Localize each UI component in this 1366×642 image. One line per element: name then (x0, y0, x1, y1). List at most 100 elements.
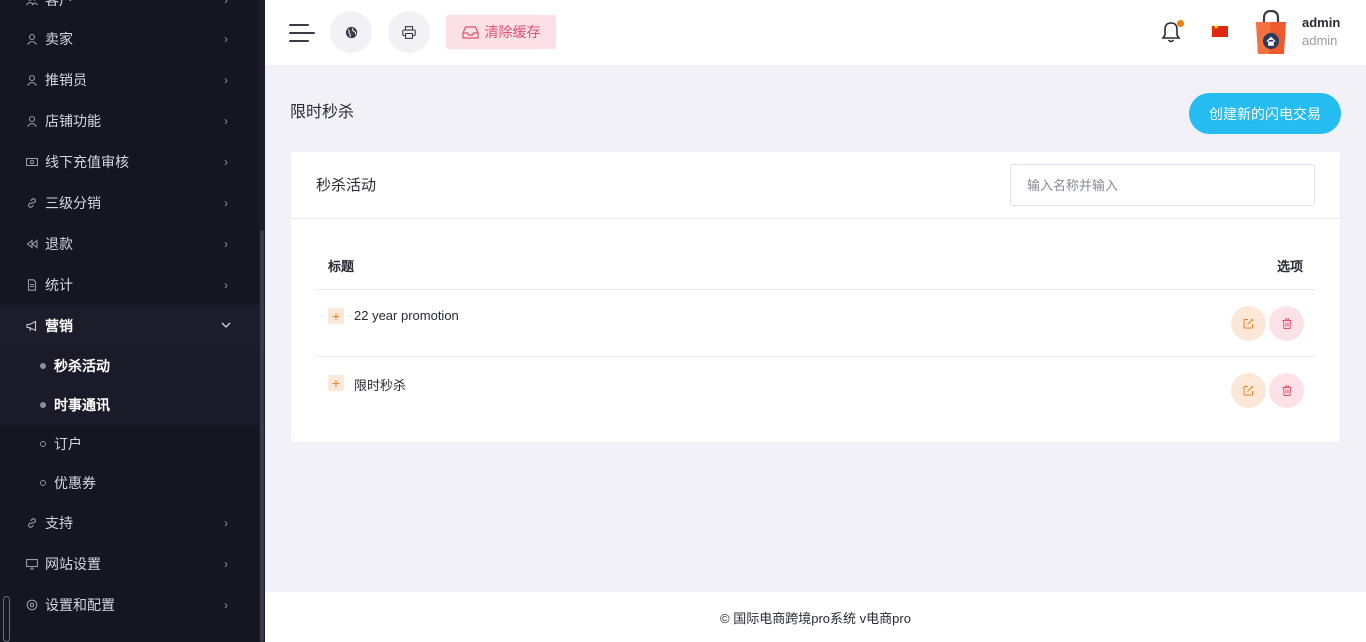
sidebar-item-refunds[interactable]: 退款 › (0, 223, 259, 264)
table-row: + 限时秒杀 (316, 357, 1315, 423)
chevron-right-icon: › (224, 236, 228, 251)
flash-sale-card: 秒杀活动 标题 选项 + 22 year promotion + 限时秒杀 (291, 152, 1340, 442)
submenu-item-coupons[interactable]: 优惠券 (0, 463, 259, 502)
megaphone-icon (26, 320, 38, 332)
sidebar-item-salesmen[interactable]: 推销员 › (0, 59, 259, 100)
user-icon (26, 115, 38, 127)
chevron-right-icon: › (224, 515, 228, 530)
create-flash-deal-button[interactable]: 创建新的闪电交易 (1189, 93, 1341, 134)
submenu-item-label: 优惠券 (54, 474, 96, 491)
sidebar-item-label: 支持 (45, 514, 73, 531)
link-icon (26, 197, 38, 209)
expand-plus-icon[interactable]: + (328, 375, 344, 391)
globe-icon (345, 26, 357, 38)
user-icon (26, 74, 38, 86)
column-header-title: 标题 (328, 259, 355, 274)
chevron-right-icon: › (224, 113, 228, 128)
notification-badge (1177, 20, 1184, 27)
delete-button[interactable] (1269, 373, 1304, 408)
bullet-icon (40, 362, 46, 369)
row-title: 限时秒杀 (354, 378, 407, 393)
sidebar-item-label: 客户 (45, 0, 221, 10)
sidebar-scrollbar[interactable] (259, 0, 265, 642)
row-title: 22 year promotion (354, 308, 459, 323)
china-flag-icon[interactable] (1212, 23, 1228, 37)
sidebar-item-statistics[interactable]: 统计 › (0, 264, 259, 305)
sidebar: 客户 › 卖家 › 推销员 › 店铺功能 › 线下充值审核 › 三级分销 (0, 0, 265, 642)
clear-cache-button[interactable]: 清除缓存 (446, 15, 556, 49)
chevron-right-icon: › (224, 154, 228, 169)
money-icon (26, 156, 38, 168)
print-button[interactable] (388, 11, 430, 53)
search-input[interactable] (1010, 164, 1315, 206)
sidebar-item-label: 退款 (45, 235, 73, 252)
footer: © 国际电商跨境pro系统 v电商pro (265, 592, 1366, 642)
website-button[interactable] (330, 11, 372, 53)
printer-icon (402, 25, 416, 39)
edit-button[interactable] (1231, 306, 1266, 341)
chevron-right-icon: › (221, 0, 231, 7)
submenu-item-flash-sale[interactable]: 秒杀活动 (0, 346, 259, 385)
footer-text: © 国际电商跨境pro系统 v电商pro (720, 610, 911, 626)
users-icon (26, 0, 38, 6)
submenu-item-label: 秒杀活动 (54, 357, 110, 374)
user-icon (26, 33, 38, 45)
desktop-icon (26, 558, 38, 570)
edit-button[interactable] (1231, 373, 1266, 408)
sidebar-item-distribution[interactable]: 三级分销 › (0, 182, 259, 223)
sidebar-item-label: 网站设置 (45, 555, 101, 572)
sidebar-item-offline-recharge[interactable]: 线下充值审核 › (0, 141, 259, 182)
divider (291, 218, 1340, 219)
sidebar-item-label: 统计 (45, 276, 73, 293)
chevron-right-icon: › (224, 31, 228, 46)
settings-icon (26, 599, 38, 611)
edit-icon (1243, 318, 1254, 329)
rewind-icon (26, 238, 38, 250)
avatar[interactable] (1254, 10, 1288, 55)
chevron-right-icon: › (224, 72, 228, 87)
sidebar-item-support[interactable]: 支持 › (0, 502, 259, 543)
sidebar-item-settings-config[interactable]: 设置和配置 › (0, 584, 259, 625)
sidebar-scroll-thumb[interactable] (260, 230, 264, 642)
submenu-item-subscribers[interactable]: 订户 (0, 424, 259, 463)
sidebar-item-label: 线下充值审核 (45, 153, 129, 170)
trash-icon (1282, 318, 1291, 329)
chevron-right-icon: › (224, 556, 228, 571)
link-icon (26, 517, 38, 529)
top-header: 清除缓存 admin admin (265, 0, 1366, 65)
submenu-item-newsletter[interactable]: 时事通讯 (0, 385, 259, 424)
user-name: admin (1302, 15, 1341, 30)
user-role: admin (1302, 33, 1338, 48)
inbox-icon (461, 25, 479, 39)
trash-icon (1282, 385, 1291, 396)
table-row: + 22 year promotion (316, 290, 1315, 356)
submenu-item-label: 订户 (54, 435, 82, 452)
page-title: 限时秒杀 (290, 104, 355, 121)
bullet-icon (40, 440, 46, 447)
chevron-right-icon: › (224, 195, 228, 210)
sidebar-item-label: 店铺功能 (45, 112, 101, 129)
sidebar-item-label: 设置和配置 (45, 596, 115, 613)
sidebar-item-label: 三级分销 (45, 194, 101, 211)
sidebar-item-sellers[interactable]: 卖家 › (0, 18, 259, 59)
sidebar-item-label: 营销 (45, 317, 73, 334)
chevron-down-icon (221, 322, 231, 329)
bullet-icon (40, 479, 46, 486)
menu-toggle-icon[interactable] (289, 22, 315, 44)
expand-plus-icon[interactable]: + (328, 308, 344, 324)
file-icon (26, 278, 38, 291)
sidebar-item-website-settings[interactable]: 网站设置 › (0, 543, 259, 584)
delete-button[interactable] (1269, 306, 1304, 341)
chevron-right-icon: › (224, 597, 228, 612)
scroll-handle[interactable] (3, 596, 10, 642)
bullet-icon (40, 401, 46, 408)
submenu-item-label: 时事通讯 (54, 396, 110, 413)
clear-cache-label: 清除缓存 (484, 24, 541, 40)
sidebar-item-shop-features[interactable]: 店铺功能 › (0, 100, 259, 141)
sidebar-item-customers[interactable]: 客户 › (0, 0, 259, 20)
card-title: 秒杀活动 (316, 177, 377, 194)
sidebar-item-label: 卖家 (45, 30, 73, 47)
sidebar-item-marketing[interactable]: 营销 (0, 305, 259, 346)
sidebar-item-label: 推销员 (45, 71, 87, 88)
chevron-right-icon: › (224, 277, 228, 292)
